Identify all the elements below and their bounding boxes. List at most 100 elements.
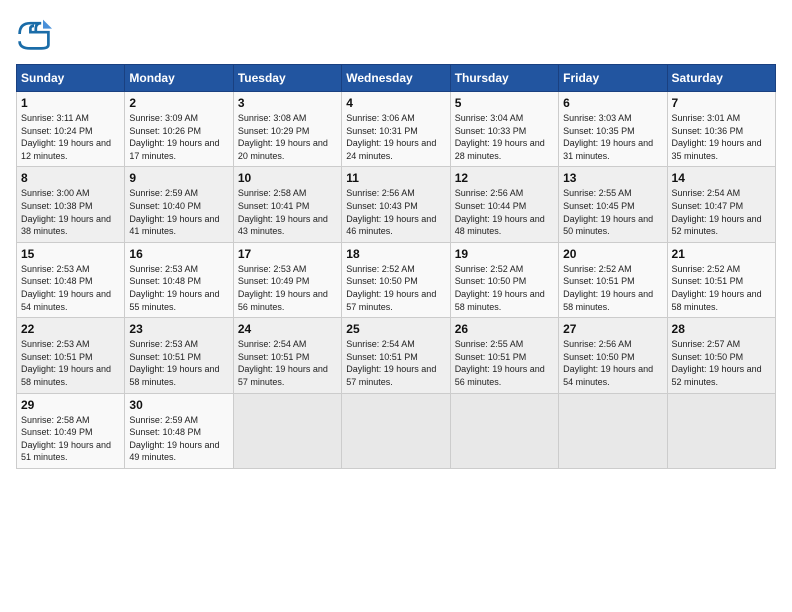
- day-number: 18: [346, 247, 445, 261]
- day-number: 8: [21, 171, 120, 185]
- day-number: 25: [346, 322, 445, 336]
- day-info: Sunrise: 2:52 AM Sunset: 10:51 PM Daylig…: [672, 263, 771, 313]
- calendar-header: SundayMondayTuesdayWednesdayThursdayFrid…: [17, 65, 776, 92]
- calendar-body: 1 Sunrise: 3:11 AM Sunset: 10:24 PM Dayl…: [17, 92, 776, 469]
- day-info: Sunrise: 3:04 AM Sunset: 10:33 PM Daylig…: [455, 112, 554, 162]
- day-info: Sunrise: 2:54 AM Sunset: 10:51 PM Daylig…: [346, 338, 445, 388]
- day-cell-14: 14 Sunrise: 2:54 AM Sunset: 10:47 PM Day…: [667, 167, 775, 242]
- day-cell-9: 9 Sunrise: 2:59 AM Sunset: 10:40 PM Dayl…: [125, 167, 233, 242]
- calendar-week-5: 29 Sunrise: 2:58 AM Sunset: 10:49 PM Day…: [17, 393, 776, 468]
- day-cell-8: 8 Sunrise: 3:00 AM Sunset: 10:38 PM Dayl…: [17, 167, 125, 242]
- day-cell-25: 25 Sunrise: 2:54 AM Sunset: 10:51 PM Day…: [342, 318, 450, 393]
- header-day-monday: Monday: [125, 65, 233, 92]
- day-cell-29: 29 Sunrise: 2:58 AM Sunset: 10:49 PM Day…: [17, 393, 125, 468]
- day-info: Sunrise: 2:58 AM Sunset: 10:41 PM Daylig…: [238, 187, 337, 237]
- day-info: Sunrise: 3:01 AM Sunset: 10:36 PM Daylig…: [672, 112, 771, 162]
- day-info: Sunrise: 3:00 AM Sunset: 10:38 PM Daylig…: [21, 187, 120, 237]
- day-cell-22: 22 Sunrise: 2:53 AM Sunset: 10:51 PM Day…: [17, 318, 125, 393]
- header-day-wednesday: Wednesday: [342, 65, 450, 92]
- empty-cell: [450, 393, 558, 468]
- day-info: Sunrise: 2:53 AM Sunset: 10:51 PM Daylig…: [129, 338, 228, 388]
- day-info: Sunrise: 2:53 AM Sunset: 10:49 PM Daylig…: [238, 263, 337, 313]
- day-cell-3: 3 Sunrise: 3:08 AM Sunset: 10:29 PM Dayl…: [233, 92, 341, 167]
- day-cell-19: 19 Sunrise: 2:52 AM Sunset: 10:50 PM Day…: [450, 242, 558, 317]
- empty-cell: [233, 393, 341, 468]
- day-info: Sunrise: 2:54 AM Sunset: 10:47 PM Daylig…: [672, 187, 771, 237]
- day-info: Sunrise: 3:09 AM Sunset: 10:26 PM Daylig…: [129, 112, 228, 162]
- calendar-week-1: 1 Sunrise: 3:11 AM Sunset: 10:24 PM Dayl…: [17, 92, 776, 167]
- day-number: 10: [238, 171, 337, 185]
- day-number: 3: [238, 96, 337, 110]
- day-info: Sunrise: 2:55 AM Sunset: 10:51 PM Daylig…: [455, 338, 554, 388]
- day-cell-23: 23 Sunrise: 2:53 AM Sunset: 10:51 PM Day…: [125, 318, 233, 393]
- day-cell-10: 10 Sunrise: 2:58 AM Sunset: 10:41 PM Day…: [233, 167, 341, 242]
- day-number: 20: [563, 247, 662, 261]
- day-number: 4: [346, 96, 445, 110]
- day-number: 16: [129, 247, 228, 261]
- day-info: Sunrise: 3:06 AM Sunset: 10:31 PM Daylig…: [346, 112, 445, 162]
- day-number: 15: [21, 247, 120, 261]
- day-cell-27: 27 Sunrise: 2:56 AM Sunset: 10:50 PM Day…: [559, 318, 667, 393]
- day-cell-21: 21 Sunrise: 2:52 AM Sunset: 10:51 PM Day…: [667, 242, 775, 317]
- empty-cell: [559, 393, 667, 468]
- day-number: 27: [563, 322, 662, 336]
- calendar-week-2: 8 Sunrise: 3:00 AM Sunset: 10:38 PM Dayl…: [17, 167, 776, 242]
- logo-icon: [16, 16, 52, 52]
- day-number: 24: [238, 322, 337, 336]
- day-cell-30: 30 Sunrise: 2:59 AM Sunset: 10:48 PM Day…: [125, 393, 233, 468]
- day-number: 19: [455, 247, 554, 261]
- day-info: Sunrise: 2:54 AM Sunset: 10:51 PM Daylig…: [238, 338, 337, 388]
- day-cell-18: 18 Sunrise: 2:52 AM Sunset: 10:50 PM Day…: [342, 242, 450, 317]
- day-info: Sunrise: 3:08 AM Sunset: 10:29 PM Daylig…: [238, 112, 337, 162]
- day-cell-2: 2 Sunrise: 3:09 AM Sunset: 10:26 PM Dayl…: [125, 92, 233, 167]
- day-cell-28: 28 Sunrise: 2:57 AM Sunset: 10:50 PM Day…: [667, 318, 775, 393]
- day-info: Sunrise: 2:52 AM Sunset: 10:51 PM Daylig…: [563, 263, 662, 313]
- day-info: Sunrise: 2:52 AM Sunset: 10:50 PM Daylig…: [455, 263, 554, 313]
- day-info: Sunrise: 2:58 AM Sunset: 10:49 PM Daylig…: [21, 414, 120, 464]
- day-cell-15: 15 Sunrise: 2:53 AM Sunset: 10:48 PM Day…: [17, 242, 125, 317]
- header-day-thursday: Thursday: [450, 65, 558, 92]
- day-info: Sunrise: 2:56 AM Sunset: 10:50 PM Daylig…: [563, 338, 662, 388]
- day-number: 14: [672, 171, 771, 185]
- day-number: 30: [129, 398, 228, 412]
- day-number: 1: [21, 96, 120, 110]
- day-number: 23: [129, 322, 228, 336]
- day-cell-1: 1 Sunrise: 3:11 AM Sunset: 10:24 PM Dayl…: [17, 92, 125, 167]
- day-info: Sunrise: 2:53 AM Sunset: 10:48 PM Daylig…: [129, 263, 228, 313]
- day-info: Sunrise: 2:55 AM Sunset: 10:45 PM Daylig…: [563, 187, 662, 237]
- day-number: 7: [672, 96, 771, 110]
- calendar-table: SundayMondayTuesdayWednesdayThursdayFrid…: [16, 64, 776, 469]
- empty-cell: [667, 393, 775, 468]
- day-number: 17: [238, 247, 337, 261]
- header-day-friday: Friday: [559, 65, 667, 92]
- day-number: 5: [455, 96, 554, 110]
- day-info: Sunrise: 2:56 AM Sunset: 10:44 PM Daylig…: [455, 187, 554, 237]
- day-cell-5: 5 Sunrise: 3:04 AM Sunset: 10:33 PM Dayl…: [450, 92, 558, 167]
- day-number: 21: [672, 247, 771, 261]
- day-number: 9: [129, 171, 228, 185]
- header-day-saturday: Saturday: [667, 65, 775, 92]
- day-cell-20: 20 Sunrise: 2:52 AM Sunset: 10:51 PM Day…: [559, 242, 667, 317]
- calendar-week-3: 15 Sunrise: 2:53 AM Sunset: 10:48 PM Day…: [17, 242, 776, 317]
- day-cell-12: 12 Sunrise: 2:56 AM Sunset: 10:44 PM Day…: [450, 167, 558, 242]
- day-info: Sunrise: 2:59 AM Sunset: 10:40 PM Daylig…: [129, 187, 228, 237]
- day-info: Sunrise: 2:57 AM Sunset: 10:50 PM Daylig…: [672, 338, 771, 388]
- day-cell-24: 24 Sunrise: 2:54 AM Sunset: 10:51 PM Day…: [233, 318, 341, 393]
- day-info: Sunrise: 2:59 AM Sunset: 10:48 PM Daylig…: [129, 414, 228, 464]
- calendar-week-4: 22 Sunrise: 2:53 AM Sunset: 10:51 PM Day…: [17, 318, 776, 393]
- day-cell-26: 26 Sunrise: 2:55 AM Sunset: 10:51 PM Day…: [450, 318, 558, 393]
- day-number: 6: [563, 96, 662, 110]
- day-number: 26: [455, 322, 554, 336]
- day-number: 29: [21, 398, 120, 412]
- day-info: Sunrise: 2:53 AM Sunset: 10:51 PM Daylig…: [21, 338, 120, 388]
- day-info: Sunrise: 2:56 AM Sunset: 10:43 PM Daylig…: [346, 187, 445, 237]
- day-number: 2: [129, 96, 228, 110]
- day-number: 28: [672, 322, 771, 336]
- day-cell-11: 11 Sunrise: 2:56 AM Sunset: 10:43 PM Day…: [342, 167, 450, 242]
- logo: [16, 16, 56, 52]
- day-info: Sunrise: 2:52 AM Sunset: 10:50 PM Daylig…: [346, 263, 445, 313]
- day-number: 11: [346, 171, 445, 185]
- day-number: 22: [21, 322, 120, 336]
- day-cell-6: 6 Sunrise: 3:03 AM Sunset: 10:35 PM Dayl…: [559, 92, 667, 167]
- day-number: 13: [563, 171, 662, 185]
